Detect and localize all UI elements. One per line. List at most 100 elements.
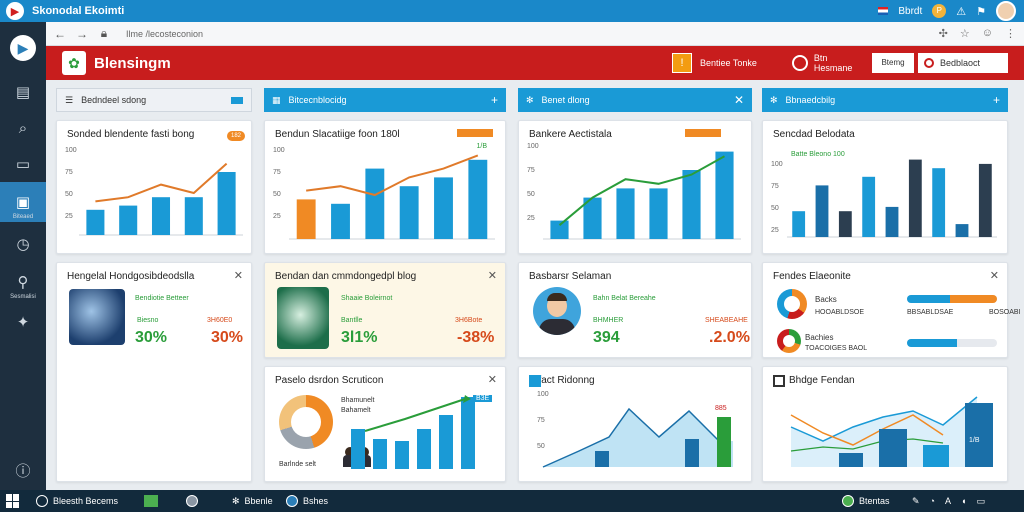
header-button-2[interactable]: Btn Hesmane — [792, 52, 868, 74]
y-tick: 75 — [771, 183, 779, 190]
url-text: Ilme /lecosteconion — [126, 28, 204, 39]
header-button-1[interactable]: ! Bentiee Tonke — [672, 52, 772, 74]
chart-bar — [932, 168, 946, 237]
stat-value-right: -38% — [457, 329, 495, 346]
pen-icon[interactable]: ✎ — [912, 496, 920, 507]
taskbar-search[interactable]: Bleesth Becems — [36, 493, 118, 509]
chart-bar — [839, 453, 863, 467]
battery-icon[interactable]: ▭ — [976, 496, 985, 507]
topbar-item[interactable]: Bbrdt — [898, 6, 922, 17]
wifi-icon[interactable]: ◔ — [930, 496, 935, 506]
rail-item-settings[interactable]: ⚲ Sesmalisi — [0, 262, 46, 302]
header-button-4[interactable]: Bedblaoct — [918, 53, 1008, 73]
stat-label-right: 3H60E0 — [207, 317, 233, 324]
window-title: Skonodal Ekoimti — [32, 5, 125, 17]
close-icon[interactable]: ✕ — [488, 269, 497, 282]
taskbar-app-3[interactable]: ✻ Bbenle — [232, 493, 273, 509]
stat-value-left: 30% — [135, 329, 168, 346]
document-icon[interactable]: ▭ — [0, 146, 46, 182]
chart-bar — [373, 439, 387, 469]
language-icon[interactable]: A — [945, 496, 951, 506]
star-icon[interactable]: ☆ — [960, 27, 970, 40]
chart-bar — [365, 168, 385, 239]
stat-value-right: 30% — [211, 329, 244, 346]
forward-icon[interactable]: → — [74, 27, 90, 41]
header-button-3[interactable]: Btemg — [872, 53, 914, 73]
add-icon[interactable]: + — [993, 93, 1000, 107]
alert-icon: ! — [672, 53, 692, 73]
extension-icon[interactable]: ✣ — [939, 27, 948, 40]
window-titlebar: ▶ Skonodal Ekoimti Bbrdt P ⚠ ⚑ — [0, 0, 1024, 22]
section-label: Bbnaedcbilg — [785, 95, 836, 105]
taskbar-app-1[interactable] — [144, 493, 158, 509]
tray-label: Btentas — [859, 496, 890, 506]
taskbar-app-2[interactable] — [186, 493, 198, 509]
dashboard-icon: ▣ — [15, 194, 31, 211]
y-tick: 50 — [65, 191, 73, 198]
section-bar-4[interactable]: ✻ Bbnaedcbilg + — [762, 88, 1008, 112]
progress-title-1: Backs — [815, 295, 837, 304]
card-title: Hengelal Hondgosibdeodslla — [67, 271, 195, 282]
rail-item-label: Sesmalisi — [10, 294, 36, 300]
y-tick: 50 — [273, 191, 281, 198]
volume-icon[interactable]: ◖ — [961, 496, 966, 506]
header-button-1-label: Bentiee Tonke — [700, 58, 757, 68]
rail-item-dashboard[interactable]: ▣ Biteaed — [0, 182, 46, 222]
card-title: Bendan dan cmmdongedpl blog — [275, 271, 417, 282]
back-icon[interactable]: ← — [52, 27, 68, 41]
close-icon[interactable]: ✕ — [734, 93, 744, 107]
section-label: Bedndeel sdong — [81, 95, 147, 105]
security-card: Paselo dsrdon Scruticon ✕ Bhamunelt Baha… — [264, 366, 506, 482]
chat-icon — [792, 55, 808, 71]
close-icon[interactable]: ✕ — [234, 269, 243, 282]
globe-icon: ⚲ — [17, 274, 29, 291]
network-icon[interactable]: ✦ — [0, 304, 46, 340]
add-icon[interactable]: + — [491, 93, 498, 107]
section-bar-1[interactable]: ☰ Bedndeel sdong — [56, 88, 252, 112]
search-icon[interactable]: ⌕ — [0, 110, 46, 146]
chart-bar — [955, 224, 969, 237]
tray-item[interactable]: Btentas — [842, 493, 890, 509]
bar-chart — [787, 159, 997, 238]
close-icon[interactable]: ✕ — [990, 269, 999, 282]
rail-item-label: Biteaed — [12, 214, 34, 220]
chart-bar — [685, 439, 699, 467]
section-bar-3[interactable]: ✻ Benet dlong ✕ — [518, 88, 752, 112]
stat-label-right: SHEABEAHE — [705, 317, 748, 324]
chart-bar — [151, 197, 171, 235]
user-avatar[interactable] — [996, 1, 1016, 21]
area-chart-card: Difact Ridonng 100 75 50 885 — [518, 366, 752, 482]
gear-icon: ✻ — [232, 495, 240, 506]
lock-icon: 🔒︎ — [100, 26, 108, 40]
security-bar-chart — [351, 395, 475, 469]
taskbar-app-4[interactable]: Bshes — [286, 493, 328, 509]
rail-logo-icon[interactable]: ▶ — [0, 28, 46, 68]
stat-value-left: 394 — [593, 329, 620, 346]
y-tick: 25 — [771, 227, 779, 234]
flag-icon[interactable] — [878, 7, 889, 15]
notification-icon[interactable]: ⚠ — [956, 5, 966, 18]
chart-bar — [86, 209, 105, 235]
section-bar-2[interactable]: ▦ Bitcecnblocidg + — [264, 88, 506, 112]
chart-bar — [908, 159, 922, 237]
info-icon[interactable]: ⓘ — [0, 452, 46, 488]
start-icon[interactable] — [6, 494, 20, 508]
toggle-icon[interactable] — [231, 96, 243, 104]
chart-bar — [468, 159, 488, 239]
clipboard-icon[interactable]: ▤ — [0, 74, 46, 110]
chart-card-1: Sonded blendente fasti bong 182 100 75 5… — [56, 120, 252, 254]
address-bar[interactable]: Ilme /lecosteconion — [126, 26, 826, 42]
chart-bar — [331, 203, 350, 239]
clock-icon[interactable]: ◷ — [0, 226, 46, 262]
list-icon: ☰ — [65, 94, 74, 105]
warning-icon[interactable]: ⚑ — [976, 5, 986, 18]
menu-icon[interactable]: ⋮ — [1005, 27, 1016, 40]
profile-icon[interactable]: ☺ — [982, 27, 993, 40]
coin-icon[interactable]: P — [932, 4, 947, 18]
app-header: ✿ Blensingm ! Bentiee Tonke Btn Hesmane … — [46, 46, 1024, 80]
stat-card-1: Hengelal Hondgosibdeodslla ✕ Bendiotie B… — [56, 262, 252, 482]
chart-bar — [715, 151, 734, 239]
left-rail: ▶ ▤ ⌕ ▭ ▣ Biteaed ◷ ⚲ Sesmalisi ✦ ⓘ — [0, 22, 46, 490]
y-tick: 50 — [527, 191, 535, 198]
status-icon — [842, 495, 854, 507]
